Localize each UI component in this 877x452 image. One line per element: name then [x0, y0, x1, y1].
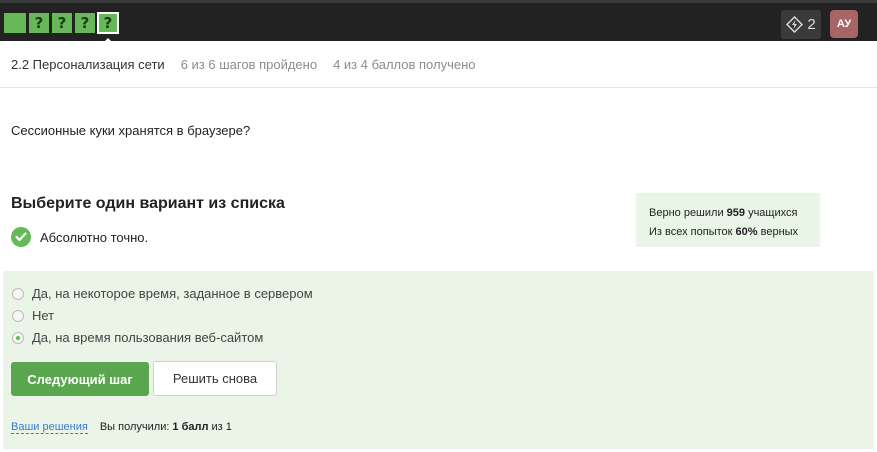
stats-attempts-line: Из всех попыток 60% верных	[649, 223, 820, 242]
lesson-header: 2.2 Персонализация сети 6 из 6 шагов про…	[0, 41, 877, 88]
checkmark-icon	[11, 227, 31, 247]
result-value: 1 балл	[172, 421, 209, 433]
retry-button[interactable]: Решить снова	[153, 361, 277, 396]
lesson-title: 2.2 Персонализация сети	[11, 56, 165, 72]
answer-option-1[interactable]: Да, на некоторое время, заданное в серве…	[12, 286, 313, 301]
result-suffix: из 1	[211, 421, 232, 433]
energy-button[interactable]: 2	[781, 10, 821, 39]
step-tile-4[interactable]: ?	[75, 13, 95, 33]
step-tile-2[interactable]: ?	[29, 13, 49, 33]
top-navigation-bar: ? ? ? ? 2 АУ	[0, 0, 877, 45]
next-step-button[interactable]: Следующий шаг	[11, 362, 149, 396]
stats-solved-line: Верно решили 959 учащихся	[649, 204, 820, 223]
step-progress-bar: ? ? ? ?	[4, 12, 119, 34]
stats-solved-prefix: Верно решили	[649, 207, 724, 219]
stats-attempts-value: 60%	[735, 226, 758, 238]
step-tile-3[interactable]: ?	[52, 13, 72, 33]
radio-button[interactable]	[12, 309, 24, 322]
quiz-title: Выберите один вариант из списка	[11, 195, 285, 212]
user-avatar[interactable]: АУ	[830, 10, 858, 38]
answer-option-label: Нет	[32, 308, 55, 323]
feedback-text: Абсолютно точно.	[40, 229, 149, 245]
stats-attempts-prefix: Из всех попыток	[649, 226, 733, 238]
answer-option-label: Да, на некоторое время, заданное в серве…	[32, 286, 313, 301]
answer-option-2[interactable]: Нет	[12, 308, 54, 323]
correct-feedback: Абсолютно точно.	[11, 227, 148, 247]
stats-panel: Верно решили 959 учащихся Из всех попыто…	[636, 193, 820, 247]
lightning-icon	[786, 16, 804, 33]
your-solutions-link[interactable]: Ваши решения	[11, 421, 88, 434]
lesson-progress: 6 из 6 шагов пройдено	[180, 56, 318, 72]
stats-solved-suffix: учащихся	[748, 207, 798, 219]
step-tile-5-current[interactable]: ?	[97, 12, 119, 34]
result-footer: Ваши решения Вы получили: 1 балл из 1	[11, 421, 232, 434]
answer-option-3[interactable]: Да, на время пользования веб-сайтом	[12, 330, 263, 345]
energy-count: 2	[807, 16, 816, 33]
radio-button-selected[interactable]	[12, 331, 24, 344]
result-prefix: Вы получили:	[99, 421, 170, 433]
radio-button[interactable]	[12, 287, 24, 300]
answer-option-label: Да, на время пользования веб-сайтом	[32, 330, 264, 345]
stats-attempts-suffix: верных	[760, 226, 799, 238]
stats-solved-value: 959	[726, 207, 746, 219]
step-tile-1[interactable]	[4, 13, 26, 33]
question-text: Сессионные куки хранятся в браузере?	[11, 123, 251, 138]
lesson-score: 4 из 4 баллов получено	[333, 56, 476, 72]
answer-area: Да, на некоторое время, заданное в серве…	[3, 271, 874, 449]
